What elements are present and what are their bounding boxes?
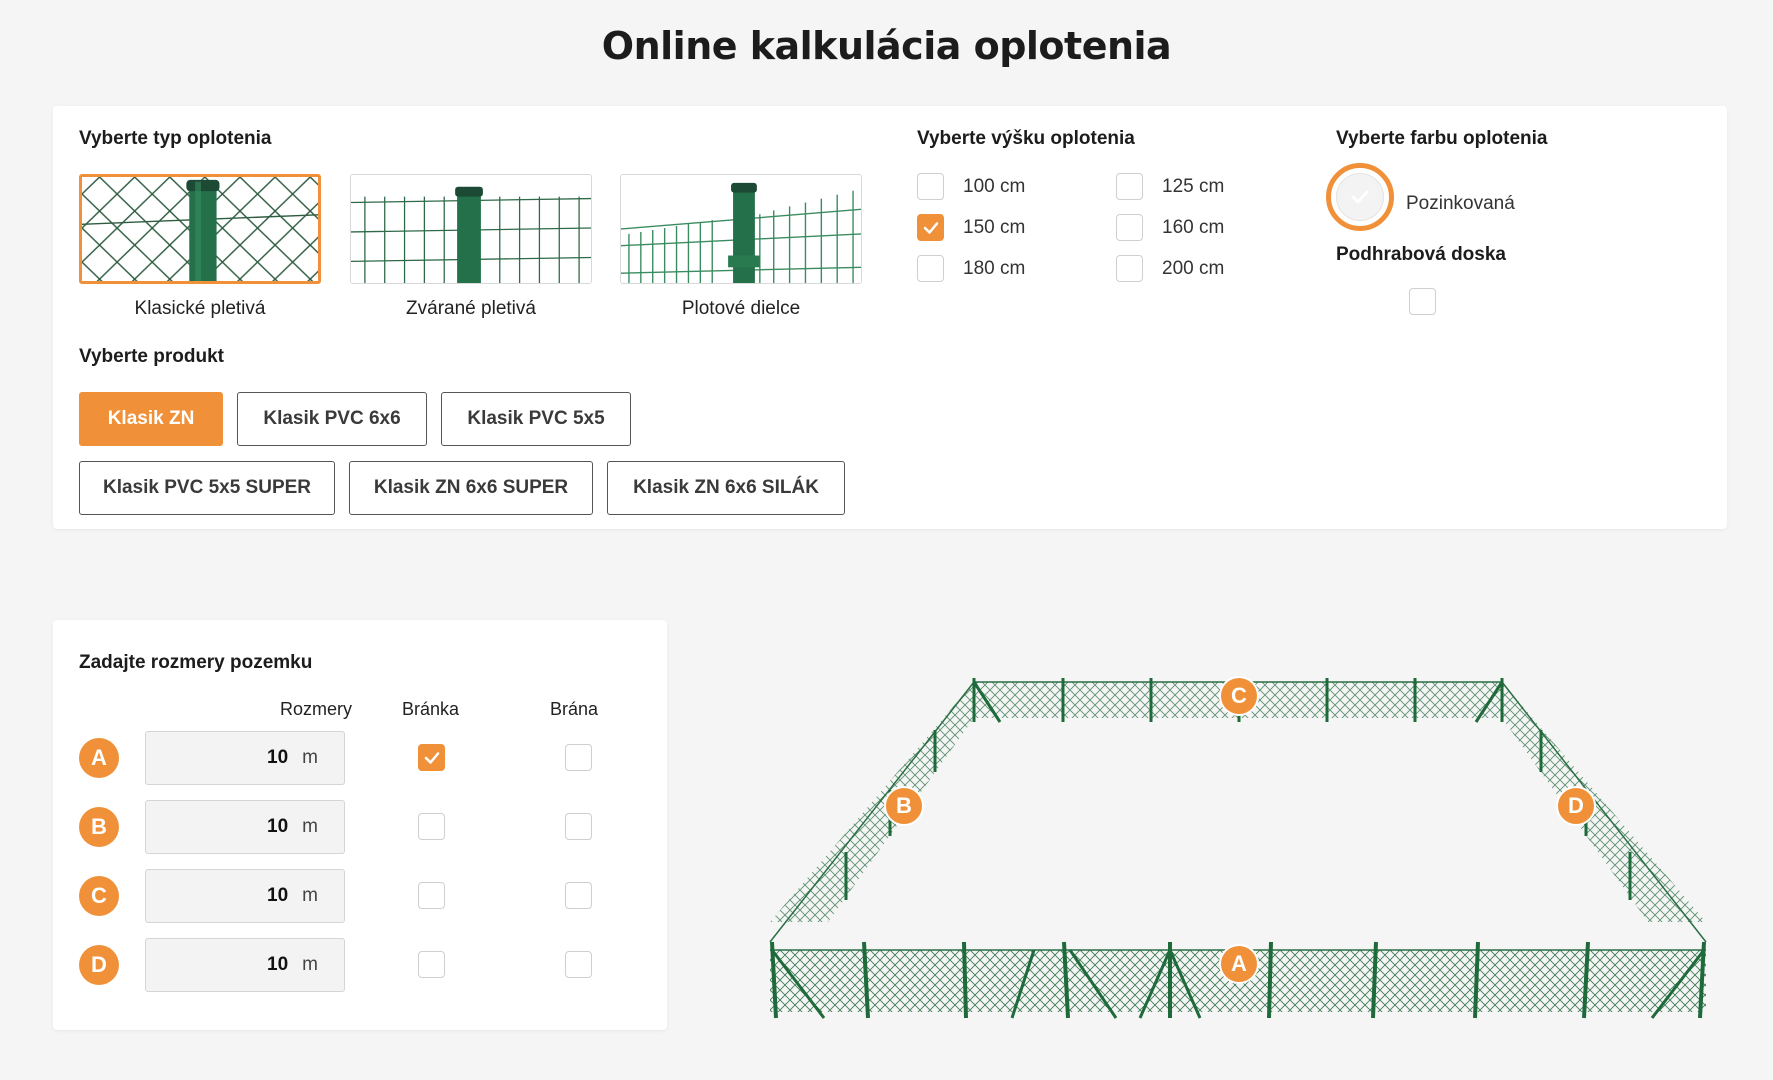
length-value: 10 <box>267 816 289 837</box>
side-b-badge: B <box>79 807 119 847</box>
height-option-label: 100 cm <box>963 176 1026 197</box>
length-value: 10 <box>267 954 289 975</box>
board-checkbox[interactable] <box>1409 288 1436 315</box>
product-klasik-zn-6x6-super-button[interactable]: Klasik ZN 6x6 SUPER <box>349 461 593 515</box>
fence-layout-diagram: A B C D <box>760 660 1720 1020</box>
check-icon <box>424 751 439 764</box>
product-heading: Vyberte produkt <box>79 346 224 367</box>
unit-label: m <box>302 954 318 975</box>
height-option-label: 150 cm <box>963 217 1026 238</box>
diagram-side-b-badge: B <box>884 786 924 826</box>
height-180-checkbox[interactable] <box>917 255 944 282</box>
fence-type-label: Zvárané pletivá <box>406 298 536 319</box>
color-option-label: Pozinkovaná <box>1406 193 1515 214</box>
height-option-label: 125 cm <box>1162 176 1225 197</box>
dimensions-heading: Zadajte rozmery pozemku <box>79 652 313 673</box>
fence-options-panel: Vyberte typ oplotenia Klasické pletivá Z… <box>53 106 1727 529</box>
height-100-checkbox[interactable] <box>917 173 944 200</box>
side-b-wicket-checkbox[interactable] <box>418 813 445 840</box>
height-option-label: 180 cm <box>963 258 1026 279</box>
classic-mesh-image <box>79 174 321 284</box>
height-option-label: 200 cm <box>1162 258 1225 279</box>
diagram-side-a-badge: A <box>1219 944 1259 984</box>
product-klasik-pvc-6x6-button[interactable]: Klasik PVC 6x6 <box>237 392 427 446</box>
diagram-side-c-badge: C <box>1219 676 1259 716</box>
product-klasik-pvc-5x5-super-button[interactable]: Klasik PVC 5x5 SUPER <box>79 461 335 515</box>
side-d-wicket-checkbox[interactable] <box>418 951 445 978</box>
length-value: 10 <box>267 885 289 906</box>
welded-mesh-image <box>350 174 592 284</box>
dimensions-panel: Zadajte rozmery pozemku Rozmery Bránka B… <box>53 620 667 1030</box>
height-160-checkbox[interactable] <box>1116 214 1143 241</box>
side-d-length-input[interactable]: 10 m <box>145 938 345 992</box>
side-c-length-input[interactable]: 10 m <box>145 869 345 923</box>
product-klasik-pvc-5x5-button[interactable]: Klasik PVC 5x5 <box>441 392 631 446</box>
fence-type-label: Plotové dielce <box>681 298 801 319</box>
color-galvanized-swatch[interactable] <box>1326 163 1394 231</box>
length-value: 10 <box>267 747 289 768</box>
column-header-gate: Brána <box>550 699 599 719</box>
side-c-gate-checkbox[interactable] <box>565 882 592 909</box>
fence-type-classic[interactable]: Klasické pletivá <box>79 174 321 320</box>
side-d-badge: D <box>79 945 119 985</box>
side-d-gate-checkbox[interactable] <box>565 951 592 978</box>
side-a-length-input[interactable]: 10 m <box>145 731 345 785</box>
side-b-length-input[interactable]: 10 m <box>145 800 345 854</box>
side-c-wicket-checkbox[interactable] <box>418 882 445 909</box>
fence-type-panels[interactable]: Plotové dielce <box>620 174 862 320</box>
column-header-wicket: Bránka <box>402 699 460 719</box>
check-icon <box>1351 190 1369 204</box>
unit-label: m <box>302 816 318 837</box>
fence-panels-image <box>620 174 862 284</box>
color-heading: Vyberte farbu oplotenia <box>1336 128 1548 149</box>
height-125-checkbox[interactable] <box>1116 173 1143 200</box>
unit-label: m <box>302 747 318 768</box>
side-b-gate-checkbox[interactable] <box>565 813 592 840</box>
product-klasik-zn-button[interactable]: Klasik ZN <box>79 392 223 446</box>
side-c-badge: C <box>79 876 119 916</box>
product-klasik-zn-6x6-silak-button[interactable]: Klasik ZN 6x6 SILÁK <box>607 461 845 515</box>
side-a-badge: A <box>79 738 119 778</box>
column-header-dimensions: Rozmery <box>280 699 353 719</box>
height-200-checkbox[interactable] <box>1116 255 1143 282</box>
fence-type-heading: Vyberte typ oplotenia <box>79 128 272 149</box>
unit-label: m <box>302 885 318 906</box>
fence-type-welded[interactable]: Zvárané pletivá <box>350 174 592 320</box>
side-a-wicket-checkbox[interactable] <box>418 744 445 771</box>
check-icon <box>923 221 938 234</box>
diagram-side-d-badge: D <box>1556 786 1596 826</box>
fence-type-label: Klasické pletivá <box>134 298 266 319</box>
height-150-checkbox[interactable] <box>917 214 944 241</box>
height-option-label: 160 cm <box>1162 217 1225 238</box>
height-heading: Vyberte výšku oplotenia <box>917 128 1135 149</box>
side-a-gate-checkbox[interactable] <box>565 744 592 771</box>
board-heading: Podhrabová doska <box>1336 244 1506 265</box>
page-title: Online kalkulácia oplotenia <box>601 24 1172 68</box>
